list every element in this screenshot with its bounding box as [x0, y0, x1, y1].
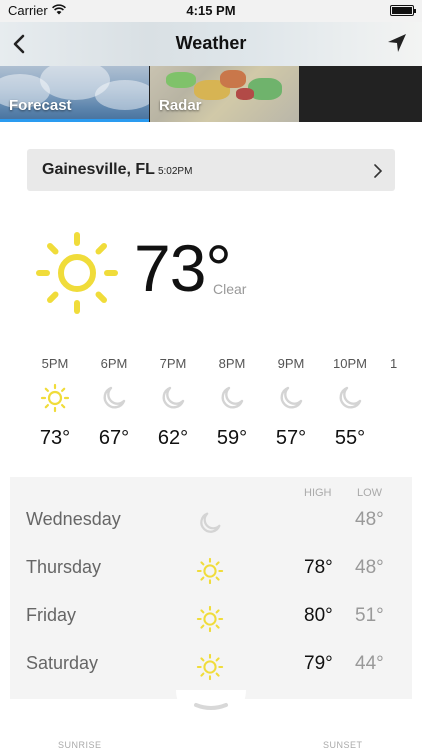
sun-icon: [196, 557, 224, 585]
hourly-item: 7PM 62°: [149, 356, 197, 450]
moon-icon: [339, 386, 362, 409]
tab-forecast-label: Forecast: [9, 97, 72, 114]
tab-bar: Forecast Radar: [0, 66, 422, 122]
day-name: Saturday: [26, 653, 99, 673]
sunrise-label: SUNRISE: [58, 740, 102, 750]
day-low: 44°: [355, 653, 384, 674]
current-condition: Clear: [213, 281, 247, 297]
page-title: Weather: [175, 33, 247, 53]
hour-label: 6PM: [100, 356, 128, 371]
tab-forecast[interactable]: Forecast: [0, 66, 149, 122]
sun-icon: [196, 653, 224, 681]
hourly-item: 9PM 57°: [267, 356, 315, 450]
hour-label: 7PM: [159, 356, 187, 371]
moon-icon: [103, 386, 126, 409]
hourly-item: 1: [384, 356, 408, 371]
hourly-item: 6PM 67°: [90, 356, 138, 450]
day-low: 51°: [355, 605, 384, 626]
day-low: 48°: [355, 509, 384, 530]
hourly-item: 5PM 73°: [31, 356, 79, 450]
hour-temp: 55°: [334, 427, 366, 449]
hour-label: 8PM: [218, 356, 246, 371]
moon-icon: [221, 386, 244, 409]
status-bar: Carrier 4:15 PM: [0, 0, 422, 22]
hourly-item: 10PM 55°: [326, 356, 374, 450]
day-high: 80°: [304, 605, 333, 626]
hour-temp: 62°: [157, 427, 189, 449]
tab-radar[interactable]: Radar: [150, 66, 299, 122]
hourly-item: 8PM 59°: [208, 356, 256, 450]
high-column-header: HIGH: [304, 487, 332, 499]
sun-icon: [36, 232, 118, 314]
sun-icon: [40, 383, 70, 413]
day-low: 48°: [355, 557, 384, 578]
hour-label: 10PM: [333, 356, 367, 371]
day-name: Wednesday: [26, 509, 121, 529]
low-column-header: LOW: [357, 487, 383, 499]
battery-icon: [390, 5, 416, 16]
location-time: 5:02PM: [157, 166, 193, 177]
tab-empty: [300, 66, 422, 122]
expand-forecast-button[interactable]: [176, 690, 246, 724]
daily-row: Wednesday 48°: [10, 499, 412, 547]
hour-temp: 59°: [216, 427, 248, 449]
tab-selected-indicator: [0, 119, 149, 122]
moon-icon: [162, 386, 185, 409]
hour-temp: 57°: [275, 427, 307, 449]
daily-row: Thursday 78° 48°: [10, 547, 412, 595]
day-high: 79°: [304, 653, 333, 674]
sunset-label: SUNSET: [323, 740, 363, 750]
sun-icon: [196, 605, 224, 633]
hour-temp: 67°: [98, 427, 130, 449]
daily-row: Friday 80° 51°: [10, 595, 412, 643]
day-high: 78°: [304, 557, 333, 578]
moon-icon: [200, 512, 221, 533]
chevron-right-icon: [374, 164, 383, 178]
hour-label: 5PM: [41, 356, 69, 371]
location-selector[interactable]: Gainesville, FL 5:02PM: [27, 149, 395, 191]
tab-radar-label: Radar: [159, 97, 202, 114]
day-name: Friday: [26, 605, 77, 625]
nav-bar: Weather: [0, 22, 422, 66]
location-arrow-icon[interactable]: [386, 32, 408, 54]
day-name: Thursday: [26, 557, 102, 577]
location-city: Gainesville, FL 5:02PM: [42, 161, 193, 178]
moon-icon: [280, 386, 303, 409]
hour-label: 9PM: [277, 356, 305, 371]
daily-row: Saturday 79° 44°: [10, 643, 412, 691]
hour-temp: 73°: [39, 427, 71, 449]
chevron-down-icon: [194, 703, 228, 710]
status-time: 4:15 PM: [186, 3, 236, 18]
daily-forecast: HIGH LOW Wednesday 48° Thursday 78° 48° …: [10, 477, 412, 699]
hour-label: 1: [390, 356, 398, 371]
